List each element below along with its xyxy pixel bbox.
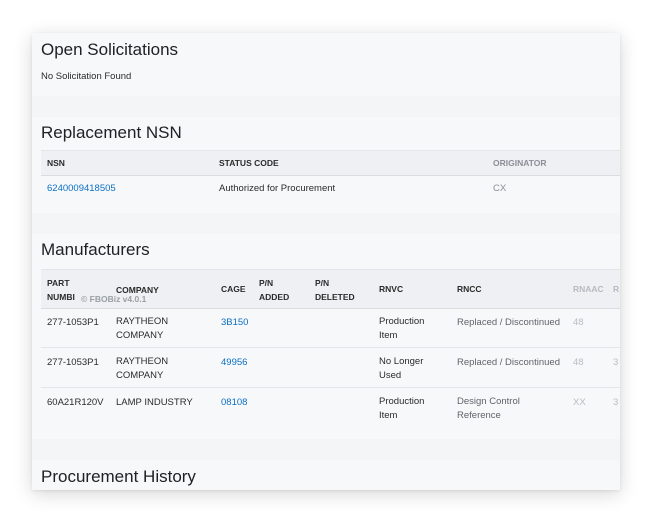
header-originator: ORIGINATOR — [493, 158, 547, 168]
cage-link[interactable]: 08108 — [221, 397, 247, 408]
company-value: RAYTHEON COMPANY — [116, 316, 169, 341]
header-cage: CAGE — [221, 284, 246, 294]
no-solicitation-message: No Solicitation Found — [41, 71, 132, 82]
content-card: Open Solicitations No Solicitation Found… — [32, 33, 620, 490]
header-rncc: RNCC — [457, 284, 482, 294]
divider — [41, 308, 620, 309]
rncc-value: Replaced / Discontinued — [457, 357, 560, 368]
header-nsn: NSN — [47, 158, 65, 168]
rnvc-value: Production Item — [379, 316, 425, 341]
header-next-column: R — [613, 284, 620, 294]
divider — [41, 347, 620, 348]
procurement-history-panel: Procurement History — [32, 460, 620, 490]
company-value: LAMP INDUSTRY — [116, 397, 193, 408]
manufacturers-panel: Manufacturers PART NUMBI COMPANY CAGE P/… — [32, 234, 620, 439]
next-column-value: 3 — [613, 357, 619, 368]
rncc-value: Replaced / Discontinued — [457, 317, 560, 328]
divider — [41, 175, 620, 176]
header-part-number: PART NUMBI — [47, 278, 75, 302]
replacement-nsn-title: Replacement NSN — [41, 123, 182, 142]
next-column-value: 3 — [613, 397, 619, 408]
status-code-value: Authorized for Procurement — [219, 183, 336, 194]
cage-link[interactable]: 3B150 — [221, 317, 248, 328]
part-number-value: 60A21R120V — [47, 397, 104, 408]
nsn-link[interactable]: 6240009418505 — [47, 183, 116, 194]
replacement-nsn-panel: Replacement NSN NSN STATUS CODE ORIGINAT… — [32, 117, 620, 213]
header-pn-added: P/N ADDED — [259, 278, 290, 302]
header-rnaac: RNAAC — [573, 284, 604, 294]
open-solicitations-title: Open Solicitations — [41, 40, 179, 59]
rnvc-value: No Longer Used — [379, 356, 424, 381]
rncc-value: Design Control Reference — [457, 396, 520, 421]
version-watermark: © FBOBiz v4.0.1 — [81, 294, 147, 304]
originator-value: CX — [493, 183, 507, 194]
cage-link[interactable]: 49956 — [221, 357, 247, 368]
header-rnvc: RNVC — [379, 284, 404, 294]
part-number-value: 277-1053P1 — [47, 317, 99, 328]
open-solicitations-panel: Open Solicitations No Solicitation Found — [32, 33, 620, 96]
part-number-value: 277-1053P1 — [47, 357, 99, 368]
procurement-history-title: Procurement History — [41, 467, 196, 486]
rnaac-value: 48 — [573, 317, 584, 328]
company-value: RAYTHEON COMPANY — [116, 356, 169, 381]
divider — [41, 387, 620, 388]
rnaac-value: 48 — [573, 357, 584, 368]
header-status-code: STATUS CODE — [219, 158, 279, 168]
manufacturers-title: Manufacturers — [41, 240, 150, 259]
rnaac-value: XX — [573, 397, 586, 408]
header-pn-deleted: P/N DELETED — [315, 278, 355, 302]
rnvc-value: Production Item — [379, 396, 425, 421]
